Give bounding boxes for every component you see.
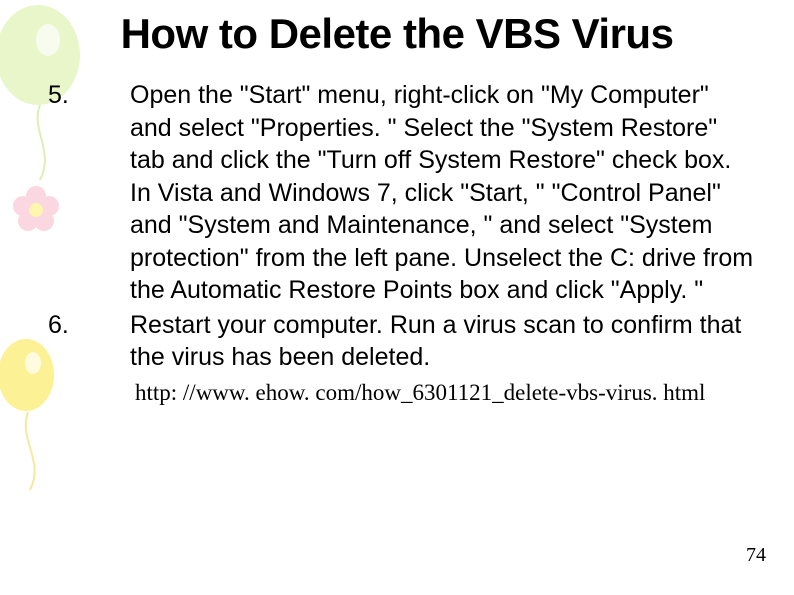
source-url: http: //www. ehow. com/how_6301121_delet… — [135, 380, 754, 406]
page-number: 74 — [746, 544, 766, 567]
list-item: 5. Open the "Start" menu, right-click on… — [40, 79, 754, 307]
step-number: 6. — [40, 309, 130, 342]
list-item: 6. Restart your computer. Run a virus sc… — [40, 309, 754, 374]
step-number: 5. — [40, 79, 130, 112]
step-text: Open the "Start" menu, right-click on "M… — [130, 79, 754, 307]
slide-title: How to Delete the VBS Virus — [40, 10, 754, 57]
step-text: Restart your computer. Run a virus scan … — [130, 309, 754, 374]
steps-list: 5. Open the "Start" menu, right-click on… — [40, 79, 754, 374]
